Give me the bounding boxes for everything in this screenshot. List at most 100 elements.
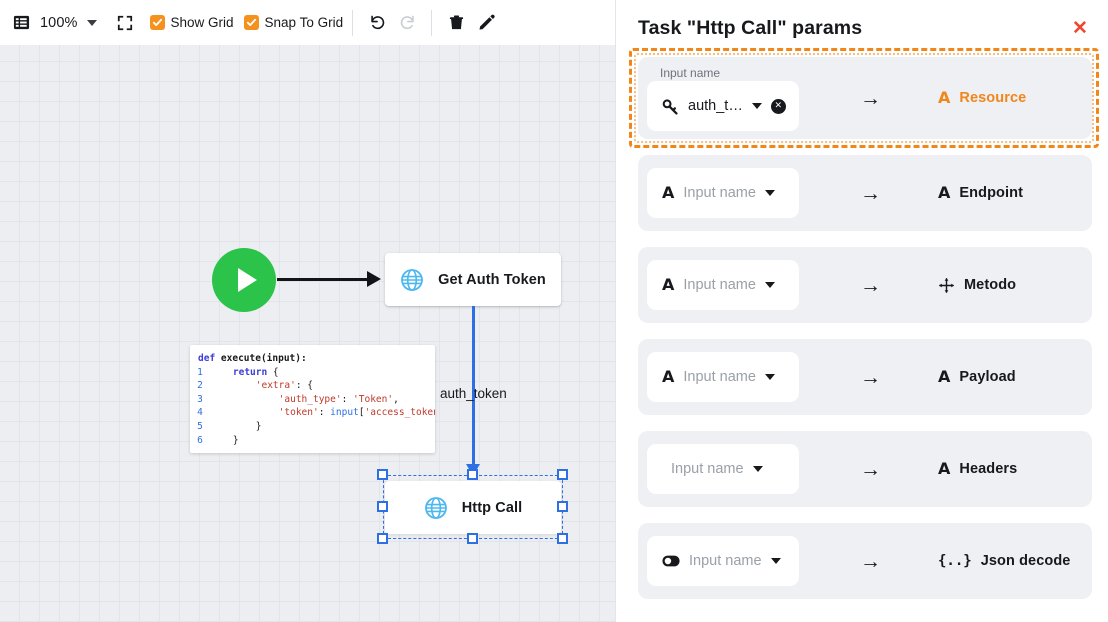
snap-to-grid-toggle[interactable]: Snap To Grid xyxy=(243,15,344,30)
chevron-down-icon[interactable] xyxy=(751,103,762,109)
code-line: 5 } xyxy=(190,420,435,434)
param-target-label: Headers xyxy=(959,461,1018,477)
key-icon xyxy=(662,98,678,115)
json-braces-icon: {..} xyxy=(938,553,972,569)
resize-handle-n[interactable] xyxy=(467,469,478,480)
trash-icon[interactable] xyxy=(441,8,471,38)
node-label: Http Call xyxy=(461,499,523,516)
redo-icon[interactable] xyxy=(392,8,422,38)
text-letter-icon: A xyxy=(662,367,675,386)
param-row-metodo[interactable]: A Input name → Metodo xyxy=(638,247,1092,323)
param-row-resource[interactable]: Input name auth_t… ✕ → A Resource xyxy=(638,57,1092,139)
zoom-chevron-down-icon[interactable] xyxy=(80,11,104,35)
param-row-endpoint[interactable]: A Input name → A Endpoint xyxy=(638,155,1092,231)
chevron-down-icon[interactable] xyxy=(764,282,775,288)
arrow-head-icon xyxy=(367,271,381,287)
line-number: 1 xyxy=(197,366,203,378)
arrow-right-icon: → xyxy=(860,181,881,205)
panel-header: Task "Http Call" params ✕ xyxy=(616,0,1108,57)
resize-handle-nw[interactable] xyxy=(377,469,388,480)
show-grid-toggle[interactable]: Show Grid xyxy=(149,15,234,30)
input-select-json-decode[interactable]: Input name xyxy=(647,536,799,586)
text-letter-icon: A xyxy=(938,183,951,202)
fit-screen-icon[interactable] xyxy=(110,8,140,38)
line-number: 6 xyxy=(197,434,203,446)
list-panel-icon[interactable] xyxy=(6,8,36,38)
flow-canvas[interactable]: Get Auth Token auth_token def execute(in… xyxy=(0,45,615,622)
chevron-down-icon[interactable] xyxy=(752,466,763,472)
param-target-resource: A Resource xyxy=(938,88,1027,107)
param-row-payload[interactable]: A Input name → A Payload xyxy=(638,339,1092,415)
node-get-auth-token[interactable]: Get Auth Token xyxy=(385,253,561,306)
param-target-label: Endpoint xyxy=(959,185,1024,201)
input-select-resource[interactable]: auth_t… ✕ xyxy=(647,81,799,131)
show-grid-checkbox[interactable] xyxy=(149,15,165,30)
editor-toolbar: 100% Show Grid Snap To Grid xyxy=(0,0,615,45)
arrow-right-icon: → xyxy=(860,365,881,389)
param-target-label: Json decode xyxy=(980,553,1071,569)
param-row-headers[interactable]: Input name → A Headers xyxy=(638,431,1092,507)
input-select-metodo[interactable]: A Input name xyxy=(647,260,799,310)
input-select-payload[interactable]: A Input name xyxy=(647,352,799,402)
show-grid-label: Show Grid xyxy=(170,15,234,30)
arrow-right-icon: → xyxy=(860,457,881,481)
edge-label-auth-token: auth_token xyxy=(440,386,507,401)
input-select-value: auth_t… xyxy=(688,98,743,114)
node-http-call[interactable]: Http Call xyxy=(385,481,561,534)
chevron-down-icon[interactable] xyxy=(770,558,781,564)
resize-handle-w[interactable] xyxy=(377,501,388,512)
code-line: 2 'extra': { xyxy=(190,379,435,393)
toggle-icon xyxy=(662,555,680,567)
task-params-panel: Task "Http Call" params ✕ Input name aut… xyxy=(616,0,1108,622)
param-target-label: Payload xyxy=(959,369,1016,385)
node-label: Get Auth Token xyxy=(438,271,546,288)
resize-handle-e[interactable] xyxy=(557,501,568,512)
code-line: 3 'auth_type': 'Token', xyxy=(190,393,435,407)
param-target-label: Resource xyxy=(959,90,1027,106)
resize-handle-s[interactable] xyxy=(467,533,478,544)
param-target-headers: A Headers xyxy=(938,461,1018,478)
line-number: 4 xyxy=(197,407,203,419)
code-line: 1 return { xyxy=(190,366,435,380)
app-root: 100% Show Grid Snap To Grid Get Auth Tok… xyxy=(0,0,1108,622)
clear-circle-icon[interactable]: ✕ xyxy=(770,98,786,114)
code-snippet-card[interactable]: def execute(input): 1 return { 2 'extra'… xyxy=(190,345,435,454)
text-letter-icon: A xyxy=(662,183,675,202)
globe-icon xyxy=(424,496,447,519)
input-select-value: Input name xyxy=(683,369,756,385)
input-select-value: Input name xyxy=(683,185,756,201)
input-name-label: Input name xyxy=(660,66,721,80)
pencil-icon[interactable] xyxy=(471,8,501,38)
snap-to-grid-label: Snap To Grid xyxy=(264,15,344,30)
zoom-level-label: 100% xyxy=(40,14,78,31)
code-header-fn: execute(input): xyxy=(220,353,307,364)
input-select-value: Input name xyxy=(689,553,762,569)
snap-to-grid-checkbox[interactable] xyxy=(243,15,259,30)
code-line: 6 } xyxy=(190,434,435,448)
code-header: def execute(input): xyxy=(198,353,307,364)
param-target-label: Metodo xyxy=(964,277,1017,293)
param-target-json-decode: {..} Json decode xyxy=(938,553,1070,569)
start-node[interactable] xyxy=(212,248,276,312)
input-select-headers[interactable]: Input name xyxy=(647,444,799,494)
globe-icon xyxy=(401,268,424,291)
select-move-icon xyxy=(938,277,955,293)
param-row-json-decode[interactable]: Input name → {..} Json decode xyxy=(638,523,1092,599)
undo-icon[interactable] xyxy=(362,8,392,38)
close-icon[interactable]: ✕ xyxy=(1066,15,1094,43)
chevron-down-icon[interactable] xyxy=(764,374,775,380)
line-number: 5 xyxy=(197,420,203,432)
param-target-payload: A Payload xyxy=(938,369,1016,386)
chevron-down-icon[interactable] xyxy=(764,190,775,196)
page-title: Task "Http Call" params xyxy=(638,17,863,39)
resize-handle-ne[interactable] xyxy=(557,469,568,480)
line-number: 2 xyxy=(197,380,203,392)
resize-handle-se[interactable] xyxy=(557,533,568,544)
param-rows-list: Input name auth_t… ✕ → A Resource A Inpu… xyxy=(616,48,1108,622)
param-target-metodo: Metodo xyxy=(938,277,1016,294)
toolbar-divider-2 xyxy=(431,9,433,36)
text-letter-icon: A xyxy=(938,88,951,107)
resize-handle-sw[interactable] xyxy=(377,533,388,544)
play-icon xyxy=(237,268,257,292)
input-select-endpoint[interactable]: A Input name xyxy=(647,168,799,218)
